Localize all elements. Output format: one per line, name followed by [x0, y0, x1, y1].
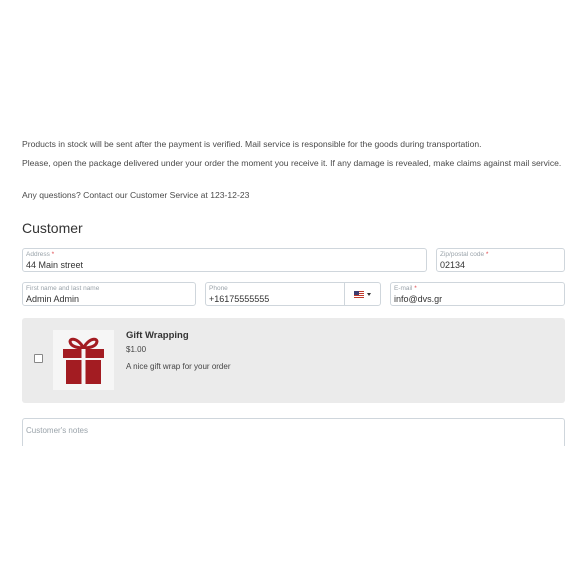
info-contact-text: Any questions? Contact our Customer Serv… [22, 190, 250, 200]
gift-image [53, 330, 114, 390]
phone-value: +16175555555 [209, 294, 270, 304]
zip-value: 02134 [440, 260, 466, 270]
zip-field[interactable]: Zip/postal code * 02134 [436, 248, 565, 272]
chevron-down-icon [367, 292, 371, 296]
gift-wrapping-option: Gift Wrapping $1.00 A nice gift wrap for… [22, 318, 565, 403]
email-field[interactable]: E-mail * info@dvs.gr [390, 282, 565, 306]
gift-icon [63, 337, 104, 384]
zip-label: Zip/postal code * [440, 251, 489, 258]
phone-label: Phone [209, 285, 228, 292]
gift-price: $1.00 [126, 345, 147, 354]
address-value: 44 Main street [26, 260, 84, 270]
address-field[interactable]: Address * 44 Main street [22, 248, 427, 272]
info-package-text: Please, open the package delivered under… [22, 158, 562, 168]
info-stock-text: Products in stock will be sent after the… [22, 139, 482, 149]
gift-title: Gift Wrapping [126, 330, 189, 341]
email-value: info@dvs.gr [394, 294, 443, 304]
country-select[interactable] [344, 283, 380, 305]
gift-description: A nice gift wrap for your order [126, 362, 231, 371]
notes-placeholder: Customer's notes [26, 426, 88, 435]
name-label: First name and last name [26, 285, 100, 292]
customer-heading: Customer [22, 220, 83, 236]
gift-wrapping-checkbox[interactable] [34, 354, 43, 363]
name-field[interactable]: First name and last name Admin Admin [22, 282, 196, 306]
us-flag-icon [354, 290, 364, 298]
phone-field[interactable]: Phone +16175555555 [205, 282, 381, 306]
customer-notes-textarea[interactable]: Customer's notes [22, 418, 565, 446]
address-label: Address * [26, 251, 55, 258]
email-label: E-mail * [394, 285, 417, 292]
name-value: Admin Admin [26, 294, 80, 304]
